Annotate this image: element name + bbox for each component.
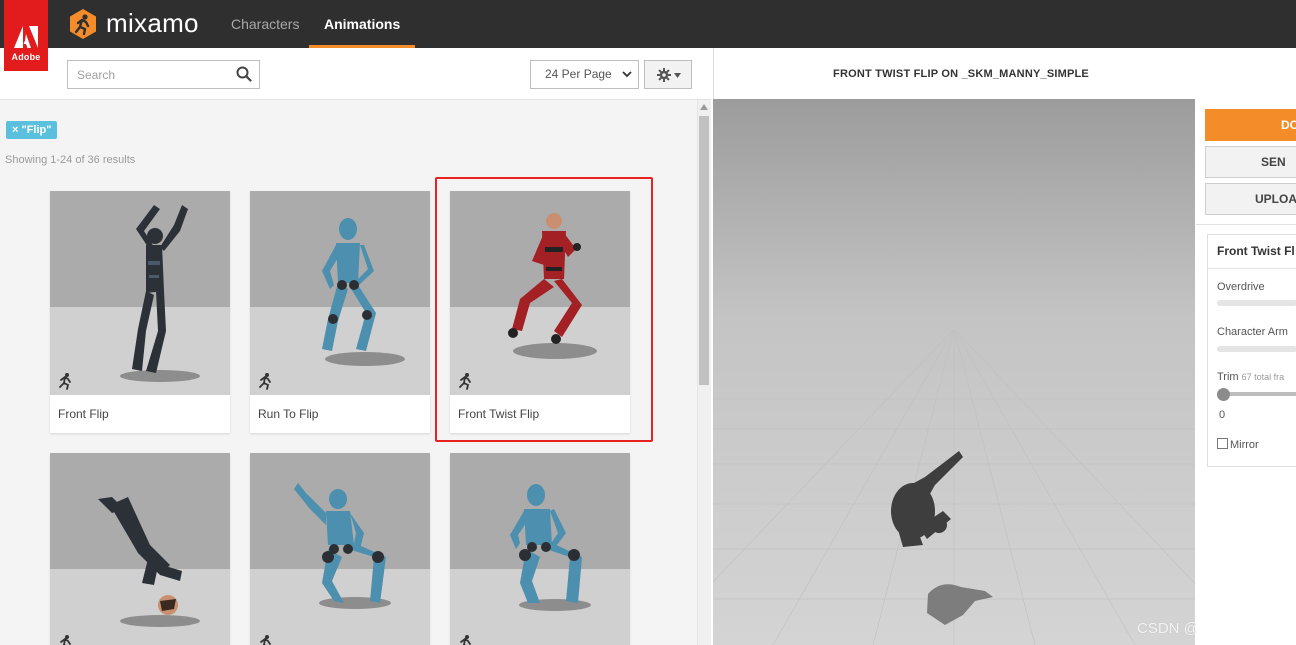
character-arm-label: Character Arm [1217, 326, 1288, 338]
mixamo-logo-icon[interactable] [67, 8, 99, 40]
search-icon[interactable] [236, 66, 252, 82]
trim-start-value: 0 [1219, 409, 1226, 421]
trim-slider-handle[interactable] [1217, 388, 1230, 401]
running-figure-icon [459, 373, 471, 390]
3d-preview-viewport[interactable] [713, 99, 1195, 645]
panel-divider [1208, 268, 1296, 269]
results-count: Showing 1-24 of 36 results [5, 154, 136, 166]
side-divider [1196, 224, 1296, 225]
trim-label: Trim 67 total fra [1217, 371, 1284, 383]
settings-panel-title: Front Twist Fl [1217, 244, 1295, 258]
adobe-logo[interactable]: Adobe [4, 0, 48, 71]
brand-name[interactable]: mixamo [106, 8, 199, 39]
running-figure-icon [60, 635, 71, 645]
trim-text: Trim [1217, 371, 1239, 383]
upload-button[interactable]: UPLOA [1205, 183, 1296, 215]
trim-frames-text: 67 total fra [1241, 372, 1285, 382]
animation-thumbnail [450, 191, 630, 395]
viewport-scene [713, 99, 1195, 645]
search-box[interactable] [67, 60, 260, 89]
preview-title: FRONT TWIST FLIP ON _SKM_MANNY_SIMPLE [833, 68, 1089, 80]
overdrive-label: Overdrive [1217, 281, 1265, 293]
per-page-value: 24 Per Page [545, 67, 612, 81]
running-figure-icon [260, 635, 271, 645]
running-figure-icon [259, 373, 271, 390]
caret-down-icon [674, 73, 681, 78]
tab-animations[interactable]: Animations [309, 0, 416, 48]
animation-thumbnail [450, 453, 630, 645]
mirror-label: Mirror [1230, 439, 1259, 451]
list-scrollbar-thumb[interactable] [699, 116, 709, 385]
tab-characters[interactable]: Characters [216, 0, 314, 48]
animation-thumbnail [50, 453, 230, 645]
per-page-select[interactable]: 24 Per Page [530, 60, 639, 89]
scroll-up-arrow-icon[interactable] [700, 104, 708, 110]
animation-card-run-to-flip[interactable]: Run To Flip [250, 191, 430, 433]
send-button[interactable]: SEN [1205, 146, 1296, 178]
adobe-wordmark: Adobe [11, 52, 41, 62]
character-arm-slider[interactable] [1217, 346, 1296, 352]
chevron-down-icon [622, 71, 632, 78]
animation-card[interactable] [450, 453, 630, 645]
animation-card[interactable] [50, 453, 230, 645]
mirror-option[interactable]: Mirror [1217, 438, 1259, 451]
running-figure-icon [460, 635, 471, 645]
animation-card-label: Front Flip [58, 407, 109, 421]
running-figure-icon [59, 373, 71, 390]
gear-icon [657, 68, 671, 82]
animation-card-front-twist-flip[interactable]: Front Twist Flip [450, 191, 630, 433]
animation-card-front-flip[interactable]: Front Flip [50, 191, 230, 433]
download-button[interactable]: DO [1205, 109, 1296, 141]
animation-card[interactable] [250, 453, 430, 645]
search-input[interactable] [68, 61, 233, 88]
animation-thumbnail [250, 453, 430, 645]
mirror-checkbox[interactable] [1217, 438, 1228, 449]
settings-dropdown-button[interactable] [644, 60, 692, 89]
overdrive-slider[interactable] [1217, 300, 1296, 306]
adobe-a-icon [14, 26, 38, 48]
filter-chip-flip[interactable]: × "Flip" [6, 121, 58, 139]
animation-thumbnail [250, 191, 430, 395]
animation-card-label: Run To Flip [258, 407, 319, 421]
animation-card-label: Front Twist Flip [458, 407, 540, 421]
animation-thumbnail [50, 191, 230, 395]
